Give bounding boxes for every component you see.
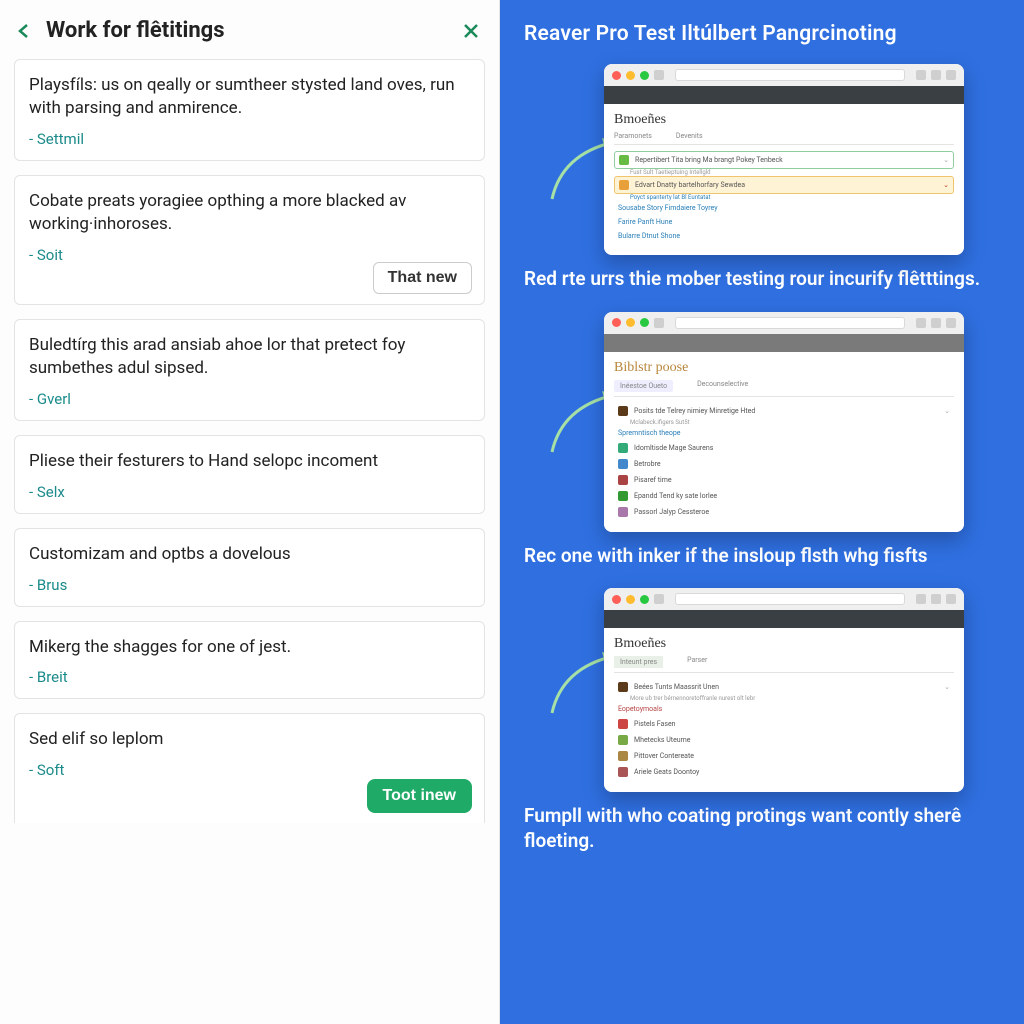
- that-new-button[interactable]: That new: [373, 262, 472, 294]
- back-button[interactable]: [14, 21, 34, 41]
- card-tag: Selx: [29, 483, 470, 501]
- card-item[interactable]: Mikerg the shagges for one of jest. Brei…: [14, 621, 485, 700]
- close-button[interactable]: [459, 19, 483, 43]
- card-body: Buledtírg this arad ansiab ahoe lor that…: [29, 334, 470, 380]
- right-panel: Reaver Pro Test Iltúlbert Pangrcinoting …: [500, 0, 1024, 1024]
- card-item[interactable]: Cobate preats yoragiee opthing a more bl…: [14, 175, 485, 305]
- close-icon: [462, 22, 480, 40]
- app-root: Work for flêtitings Playsfíls: us on qea…: [0, 0, 1024, 1024]
- card-tag: Settmil: [29, 130, 470, 148]
- window-chrome: [604, 312, 964, 334]
- thumb-brand: Biblstr poose: [614, 360, 954, 376]
- card-body: Pliese their festurers to Hand selopс in…: [29, 450, 470, 473]
- panel-header: Work for flêtitings: [0, 0, 499, 55]
- card-item[interactable]: Pliese their festurers to Hand selopс in…: [14, 435, 485, 514]
- window-chrome: [604, 64, 964, 86]
- card-item[interactable]: Playsfíls: us on qeally or sumtheer stys…: [14, 59, 485, 161]
- card-item[interactable]: Customizam and optbs a dovelous Brus: [14, 528, 485, 607]
- toot-inew-button[interactable]: Toot inew: [367, 779, 472, 813]
- card-body: Customizam and optbs a dovelous: [29, 543, 470, 566]
- card-item[interactable]: Buledtírg this arad ansiab ahoe lor that…: [14, 319, 485, 421]
- card-body: Mikerg the shagges for one of jest.: [29, 636, 470, 659]
- right-title: Reaver Pro Test Iltúlbert Pangrcinoting: [524, 22, 1004, 46]
- card-tag: Brus: [29, 576, 470, 594]
- card-body: Sed elif so leplom: [29, 728, 470, 751]
- window-chrome: [604, 588, 964, 610]
- browser-thumbnail: Bmoeñes ParamonetsDevenits Repertibert T…: [604, 64, 964, 255]
- left-panel: Work for flêtitings Playsfíls: us on qea…: [0, 0, 500, 1024]
- card-item[interactable]: Sed elif so leplom Soft Toot inew: [14, 713, 485, 823]
- browser-thumbnail: Biblstr poose Inéestoe OuetoDecounselect…: [604, 312, 964, 532]
- step-caption: Reс one with inker if the insloup flsth …: [524, 544, 1004, 569]
- card-body: Playsfíls: us on qeally or sumtheer stys…: [29, 74, 470, 120]
- card-list: Playsfíls: us on qeally or sumtheer stys…: [0, 55, 499, 1024]
- card-tag: Gverl: [29, 390, 470, 408]
- card-tag: Soft: [29, 761, 470, 779]
- step-caption: Red rte urrs thie mober testing rour inc…: [524, 267, 1004, 292]
- panel-title: Work for flêtitings: [46, 18, 225, 43]
- thumb-brand: Bmoeñes: [614, 636, 954, 652]
- chevron-left-icon: [16, 23, 32, 39]
- browser-thumbnail: Bmoeñes Inteunt presParser Beées Tunts M…: [604, 588, 964, 792]
- card-body: Cobate preats yoragiee opthing a more bl…: [29, 190, 470, 236]
- thumb-brand: Bmoeñes: [614, 112, 954, 128]
- card-tag: Breit: [29, 668, 470, 686]
- step-caption: Fumpll with who coating protings want co…: [524, 804, 1004, 853]
